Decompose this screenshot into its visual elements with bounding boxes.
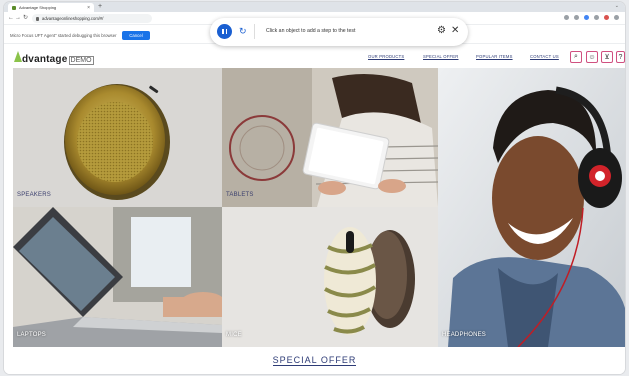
category-label-laptops: LAPTOPS (17, 332, 46, 338)
category-tile-laptops[interactable]: LAPTOPS (13, 207, 222, 347)
nav-popular-items[interactable]: POPULAR ITEMS (476, 54, 513, 59)
nav-special-offer[interactable]: SPECIAL OFFER (423, 54, 459, 59)
category-tile-tablets[interactable]: TABLETS (222, 68, 438, 207)
category-label-mice: MICE (226, 332, 242, 338)
refresh-icon[interactable]: ↻ (239, 26, 247, 36)
extensions-puzzle-icon[interactable] (594, 15, 599, 20)
close-icon[interactable]: ✕ (451, 25, 459, 37)
category-label-headphones: HEADPHONES (442, 332, 487, 338)
recorder-divider (254, 24, 255, 39)
lock-icon (36, 16, 39, 21)
recorder-instruction: Click an object to add a step to the tes… (266, 28, 356, 34)
special-offer-section: SPECIAL OFFER (4, 347, 625, 374)
mice-image (222, 207, 438, 347)
tab-close-icon[interactable]: × (87, 5, 90, 11)
category-label-speakers: SPEAKERS (17, 192, 51, 198)
back-icon[interactable]: ← (8, 14, 14, 22)
laptop-image (13, 207, 222, 347)
tab-strip: Advantage Shopping × + ⌄ (4, 2, 625, 12)
bookmark-star-icon[interactable] (564, 15, 569, 20)
tablet-image (222, 68, 438, 207)
browser-menu-icon[interactable] (614, 15, 619, 20)
user-icon[interactable]: ☺ (586, 51, 598, 63)
browser-window: Advantage Shopping × + ⌄ ← → ↻ advantage… (4, 2, 625, 374)
reload-icon[interactable]: ↻ (23, 14, 28, 22)
logo-triangle-icon (14, 51, 22, 62)
extension-icons (564, 15, 619, 20)
special-offer-title: SPECIAL OFFER (272, 355, 357, 366)
browser-tab[interactable]: Advantage Shopping × (8, 3, 94, 12)
logo-demo: DEMO (68, 56, 94, 65)
url-text: advantageonlineshopping.com/#/ (42, 16, 104, 21)
headphones-image (438, 68, 625, 347)
help-icon[interactable]: ? (616, 51, 625, 63)
category-tile-speakers[interactable]: SPEAKERS (13, 68, 222, 207)
new-tab-button[interactable]: + (98, 3, 102, 11)
settings-gear-icon[interactable]: ⚙ (437, 25, 446, 37)
profile-avatar-icon[interactable] (604, 15, 609, 20)
tab-title: Advantage Shopping (19, 5, 57, 10)
forward-icon[interactable]: → (15, 14, 21, 22)
nav-contact-us[interactable]: CONTACT US (530, 54, 559, 59)
site-logo[interactable]: dvantage DEMO (14, 51, 94, 65)
logo-word: dvantage (22, 54, 68, 65)
recorder-toolbar: ↻ Click an object to add a step to the t… (210, 18, 468, 46)
tab-search-icon[interactable]: ⌄ (615, 3, 619, 9)
extension-icon[interactable] (574, 15, 579, 20)
category-tile-headphones[interactable]: HEADPHONES (438, 68, 625, 347)
cart-icon[interactable]: ⊻ (601, 51, 613, 63)
pause-recording-icon[interactable] (217, 24, 232, 39)
uft-extension-icon[interactable] (584, 15, 589, 20)
site-favicon-icon (12, 5, 16, 10)
cancel-debug-button[interactable]: Cancel (122, 31, 150, 40)
category-tile-mice[interactable]: MICE (222, 207, 438, 347)
category-label-tablets: TABLETS (226, 192, 254, 198)
search-icon[interactable]: ⌕ (570, 51, 582, 63)
speaker-image (64, 84, 170, 200)
infobar-message: Micro Focus UFT Agent" started debugging… (10, 33, 117, 38)
nav-our-products[interactable]: OUR PRODUCTS (368, 54, 404, 59)
site-header: dvantage DEMO OUR PRODUCTS SPECIAL OFFER… (4, 46, 625, 68)
address-bar[interactable]: advantageonlineshopping.com/#/ (32, 14, 152, 23)
